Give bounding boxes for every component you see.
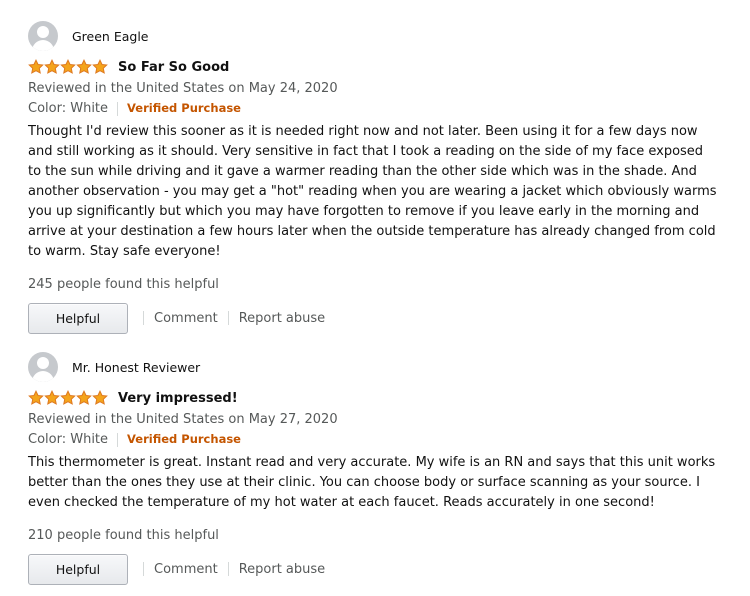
helpful-count: 210 people found this helpful xyxy=(28,528,219,543)
verified-purchase-badge: Verified Purchase xyxy=(127,432,241,446)
profile-name[interactable]: Green Eagle xyxy=(72,29,148,44)
review-body: Thought I'd review this sooner as it is … xyxy=(28,124,717,259)
star-icon xyxy=(92,59,108,74)
review-actions: Helpful Comment Report abuse xyxy=(28,553,728,585)
helpful-button[interactable]: Helpful xyxy=(28,302,128,334)
report-abuse-link[interactable]: Report abuse xyxy=(239,562,325,577)
star-rating[interactable] xyxy=(28,59,108,75)
comment-link[interactable]: Comment xyxy=(154,562,218,577)
divider xyxy=(117,101,119,116)
review-date: Reviewed in the United States on May 24,… xyxy=(28,81,338,96)
review-title[interactable]: Very impressed! xyxy=(118,391,238,406)
review-profile[interactable]: Green Eagle xyxy=(28,20,728,52)
review-card: Mr. Honest Reviewer Very impressed! Revi… xyxy=(28,351,728,585)
review-format-row: Color: White Verified Purchase xyxy=(28,99,728,118)
star-rating[interactable] xyxy=(28,390,108,406)
format-strip[interactable]: Color: White xyxy=(28,430,108,449)
review-date: Reviewed in the United States on May 27,… xyxy=(28,412,338,427)
divider xyxy=(143,311,144,325)
avatar-icon[interactable] xyxy=(28,352,58,382)
avatar-icon[interactable] xyxy=(28,21,58,51)
divider xyxy=(143,562,144,576)
divider xyxy=(227,311,229,325)
review-title[interactable]: So Far So Good xyxy=(118,60,229,75)
star-icon xyxy=(60,390,76,405)
star-icon xyxy=(76,59,92,74)
divider xyxy=(227,562,229,576)
helpful-count: 245 people found this helpful xyxy=(28,277,219,292)
star-icon xyxy=(44,390,60,405)
helpful-button[interactable]: Helpful xyxy=(28,553,128,585)
comment-link[interactable]: Comment xyxy=(154,311,218,326)
star-icon xyxy=(60,59,76,74)
star-icon xyxy=(92,390,108,405)
review-card: Green Eagle So Far So Good Reviewed in t… xyxy=(28,20,728,334)
format-strip[interactable]: Color: White xyxy=(28,99,108,118)
review-body: This thermometer is great. Instant read … xyxy=(28,455,716,510)
profile-name[interactable]: Mr. Honest Reviewer xyxy=(72,360,200,375)
review-actions: Helpful Comment Report abuse xyxy=(28,302,728,334)
review-title-row: So Far So Good xyxy=(28,58,728,76)
review-title-row: Very impressed! xyxy=(28,389,728,407)
star-icon xyxy=(76,390,92,405)
star-icon xyxy=(44,59,60,74)
star-icon xyxy=(28,390,44,405)
verified-purchase-badge: Verified Purchase xyxy=(127,101,241,115)
review-profile[interactable]: Mr. Honest Reviewer xyxy=(28,351,728,383)
star-icon xyxy=(28,59,44,74)
report-abuse-link[interactable]: Report abuse xyxy=(239,311,325,326)
review-format-row: Color: White Verified Purchase xyxy=(28,430,728,449)
divider xyxy=(117,432,119,447)
